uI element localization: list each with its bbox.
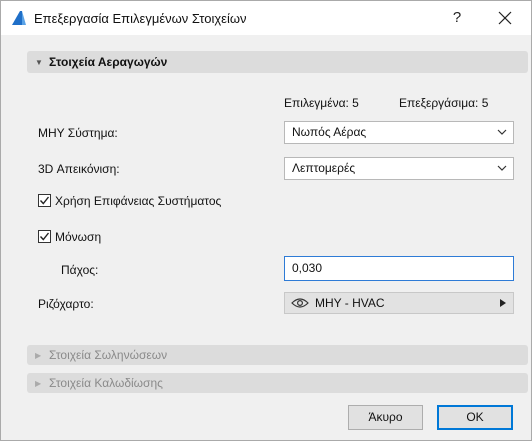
- layer-select[interactable]: ΜΗΥ - HVAC: [284, 292, 514, 314]
- selected-count: Επιλεγμένα: 5: [284, 96, 359, 110]
- mep-system-label: ΜΗΥ Σύστημα:: [38, 126, 118, 140]
- ok-button[interactable]: OK: [437, 405, 513, 430]
- mep-system-value: Νωπός Αέρας: [292, 125, 367, 139]
- layer-label: Ριζόχαρτο:: [38, 297, 94, 311]
- edit-selection-dialog: Επεξεργασία Επιλεγμένων Στοιχείων ? ▼ Στ…: [0, 0, 532, 441]
- chevron-down-icon: [497, 165, 507, 171]
- section-title-cables: Στοιχεία Καλωδίωσης: [49, 376, 163, 390]
- cancel-button[interactable]: Άκυρο: [348, 405, 423, 430]
- checkmark-icon: [39, 232, 50, 241]
- section-title-ducts: Στοιχεία Αεραγωγών: [49, 55, 168, 69]
- chevron-down-icon: [497, 129, 507, 135]
- title-bar: Επεξεργασία Επιλεγμένων Στοιχείων ?: [1, 1, 531, 35]
- display-3d-label: 3D Απεικόνιση:: [38, 162, 120, 176]
- use-system-surface-checkbox[interactable]: [38, 194, 51, 207]
- help-button[interactable]: ?: [445, 6, 469, 30]
- insulation-checkbox[interactable]: [38, 230, 51, 243]
- thickness-value: 0,030: [292, 261, 323, 275]
- checkmark-icon: [39, 196, 50, 205]
- mep-system-select[interactable]: Νωπός Αέρας: [284, 121, 514, 144]
- thickness-label: Πάχος:: [61, 263, 99, 277]
- layer-value: ΜΗΥ - HVAC: [315, 296, 385, 310]
- archicad-app-icon: [11, 10, 27, 26]
- editable-count: Επεξεργάσιμα: 5: [399, 96, 489, 110]
- triangle-down-icon: ▼: [35, 57, 43, 67]
- display-3d-value: Λεπτομερές: [292, 161, 356, 175]
- section-title-pipes: Στοιχεία Σωληνώσεων: [49, 348, 168, 362]
- eye-icon: [291, 298, 309, 308]
- triangle-right-icon: ▶: [35, 350, 42, 360]
- thickness-input[interactable]: 0,030: [284, 256, 514, 281]
- use-system-surface-label: Χρήση Επιφάνειας Συστήματος: [55, 194, 222, 208]
- section-header-ducts[interactable]: ▼ Στοιχεία Αεραγωγών: [27, 51, 528, 73]
- triangle-right-icon: [500, 299, 506, 307]
- close-button[interactable]: [491, 6, 519, 30]
- section-header-pipes[interactable]: ▶ Στοιχεία Σωληνώσεων: [27, 345, 528, 365]
- close-icon: [498, 11, 512, 25]
- insulation-label: Μόνωση: [55, 230, 102, 244]
- dialog-title: Επεξεργασία Επιλεγμένων Στοιχείων: [34, 11, 247, 26]
- display-3d-select[interactable]: Λεπτομερές: [284, 157, 514, 180]
- section-header-cables[interactable]: ▶ Στοιχεία Καλωδίωσης: [27, 373, 528, 393]
- triangle-right-icon: ▶: [35, 378, 42, 388]
